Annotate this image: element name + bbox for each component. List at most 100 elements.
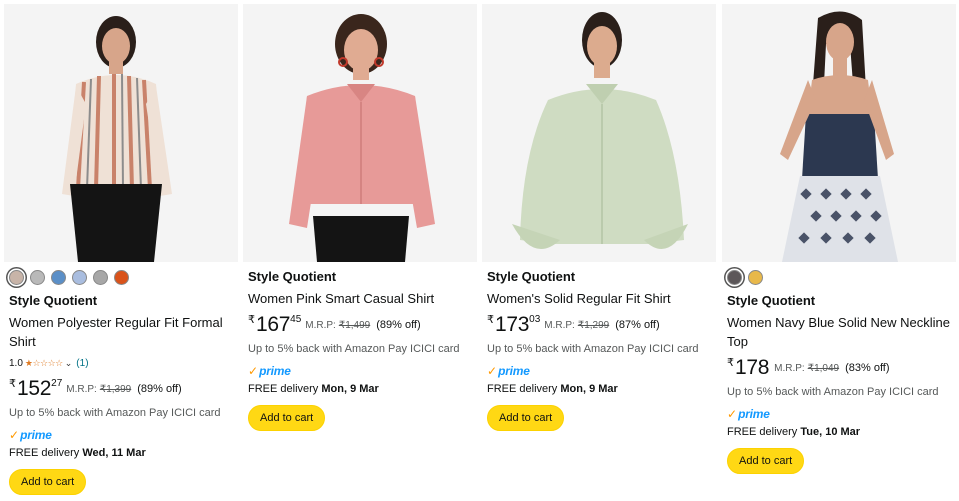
color-swatch[interactable]: [114, 269, 129, 285]
price-whole: 152: [17, 377, 52, 400]
price-row: ₹ 178 M.R.P: ₹1,049 (83% off): [727, 357, 952, 379]
add-to-cart-button[interactable]: Add to cart: [727, 448, 805, 474]
price-whole: 167: [256, 313, 291, 336]
mrp-label: M.R.P:: [305, 320, 336, 331]
cashback-offer: Up to 5% back with Amazon Pay ICICI card: [727, 386, 939, 398]
product-photo-pink-shirt: [243, 4, 477, 262]
color-swatch[interactable]: [727, 269, 742, 285]
star-rating-icon[interactable]: ★☆☆☆☆: [25, 358, 63, 369]
prime-check-icon: ✓: [727, 407, 738, 421]
currency-symbol: ₹: [487, 314, 494, 326]
title-line: Women Pink Smart Casual Shirt: [248, 291, 435, 306]
title-line: Women's Solid Regular Fit Shirt: [487, 291, 671, 306]
prime-check-icon: ✓: [9, 428, 20, 442]
cashback-offer: Up to 5% back with Amazon Pay ICICI card: [487, 343, 699, 355]
discount-percent: (89% off): [376, 319, 421, 331]
delivery-info: FREE delivery Mon, 9 Mar: [248, 382, 473, 396]
price-fraction: 03: [529, 314, 541, 325]
price-whole: 178: [735, 356, 770, 379]
product-image[interactable]: [4, 4, 238, 262]
color-swatches: [9, 268, 234, 286]
delivery-label: FREE delivery: [248, 383, 319, 395]
price-whole: 173: [495, 313, 530, 336]
delivery-info: FREE delivery Tue, 10 Mar: [727, 425, 952, 439]
mrp-value: ₹1,299: [577, 320, 610, 331]
cashback-offer: Up to 5% back with Amazon Pay ICICI card: [9, 407, 221, 419]
title-line: Women Navy Blue Solid New Neckline: [727, 315, 951, 330]
prime-check-icon: ✓: [487, 364, 498, 378]
currency-symbol: ₹: [727, 357, 734, 369]
rating-row: 1.0 ★☆☆☆☆ ⌄ (1): [9, 356, 234, 370]
mrp-label: M.R.P:: [66, 384, 97, 395]
product-photo-navy-top: [722, 4, 956, 262]
product-card: Style Quotient Women Navy Blue Solid New…: [722, 0, 956, 501]
product-title-link[interactable]: Women Navy Blue Solid New Neckline Top: [727, 313, 952, 351]
mrp-value: ₹1,499: [338, 320, 371, 331]
brand-name: Style Quotient: [248, 269, 337, 284]
product-photo-green-shirt: [482, 4, 716, 262]
prime-label: prime: [259, 364, 291, 378]
currency-symbol: ₹: [248, 314, 255, 326]
product-image[interactable]: [482, 4, 716, 262]
mrp-value: ₹1,049: [807, 363, 840, 374]
color-swatches: [727, 268, 952, 286]
product-photo-striped-shirt: [4, 4, 238, 262]
delivery-date: Mon, 9 Mar: [560, 383, 618, 395]
brand-name: Style Quotient: [487, 269, 576, 284]
prime-label: prime: [738, 407, 770, 421]
add-to-cart-button[interactable]: Add to cart: [248, 405, 326, 431]
currency-symbol: ₹: [9, 378, 16, 390]
color-swatch[interactable]: [93, 269, 108, 285]
color-swatch[interactable]: [51, 269, 66, 285]
product-image[interactable]: [243, 4, 477, 262]
delivery-label: FREE delivery: [9, 447, 80, 459]
product-title-link[interactable]: Women Pink Smart Casual Shirt: [248, 289, 473, 308]
price-row: ₹ 173 03 M.R.P: ₹1,299 (87% off): [487, 314, 712, 336]
color-swatch[interactable]: [9, 269, 24, 285]
prime-badge: ✓ prime: [487, 364, 712, 378]
title-line: Shirt: [9, 334, 36, 349]
delivery-label: FREE delivery: [487, 383, 558, 395]
brand-name: Style Quotient: [727, 293, 816, 308]
prime-badge: ✓ prime: [9, 428, 234, 442]
color-swatch[interactable]: [30, 269, 45, 285]
color-swatch[interactable]: [72, 269, 87, 285]
product-card: Style Quotient Women Polyester Regular F…: [4, 0, 238, 501]
discount-percent: (83% off): [845, 362, 890, 374]
price-row: ₹ 167 45 M.R.P: ₹1,499 (89% off): [248, 314, 473, 336]
discount-percent: (89% off): [137, 383, 182, 395]
prime-badge: ✓ prime: [727, 407, 952, 421]
color-swatch[interactable]: [748, 269, 763, 285]
chevron-down-icon[interactable]: ⌄: [65, 358, 73, 369]
title-line: Top: [727, 334, 748, 349]
product-card: Style Quotient Women's Solid Regular Fit…: [482, 0, 716, 501]
product-image[interactable]: [722, 4, 956, 262]
add-to-cart-button[interactable]: Add to cart: [487, 405, 565, 431]
delivery-label: FREE delivery: [727, 426, 798, 438]
brand-name: Style Quotient: [9, 293, 98, 308]
product-card: Style Quotient Women Pink Smart Casual S…: [243, 0, 477, 501]
price-fraction: 27: [51, 378, 63, 389]
add-to-cart-button[interactable]: Add to cart: [9, 469, 87, 495]
prime-label: prime: [20, 428, 52, 442]
delivery-date: Tue, 10 Mar: [800, 426, 861, 438]
cashback-offer: Up to 5% back with Amazon Pay ICICI card: [248, 343, 460, 355]
rating-value: 1.0: [9, 357, 23, 369]
rating-count-link[interactable]: (1): [76, 358, 88, 369]
prime-label: prime: [498, 364, 530, 378]
prime-badge: ✓ prime: [248, 364, 473, 378]
price-row: ₹ 152 27 M.R.P: ₹1,399 (89% off): [9, 378, 234, 400]
product-title-link[interactable]: Women Polyester Regular Fit Formal Shirt: [9, 313, 234, 351]
delivery-info: FREE delivery Mon, 9 Mar: [487, 382, 712, 396]
price-fraction: 45: [290, 314, 302, 325]
mrp-value: ₹1,399: [99, 384, 132, 395]
product-grid: Style Quotient Women Polyester Regular F…: [0, 0, 959, 501]
mrp-label: M.R.P:: [774, 363, 805, 374]
delivery-date: Mon, 9 Mar: [321, 383, 379, 395]
delivery-date: Wed, 11 Mar: [82, 447, 146, 459]
title-line: Women Polyester Regular Fit Formal: [9, 315, 223, 330]
discount-percent: (87% off): [615, 319, 660, 331]
mrp-label: M.R.P:: [544, 320, 575, 331]
product-title-link[interactable]: Women's Solid Regular Fit Shirt: [487, 289, 712, 308]
prime-check-icon: ✓: [248, 364, 259, 378]
